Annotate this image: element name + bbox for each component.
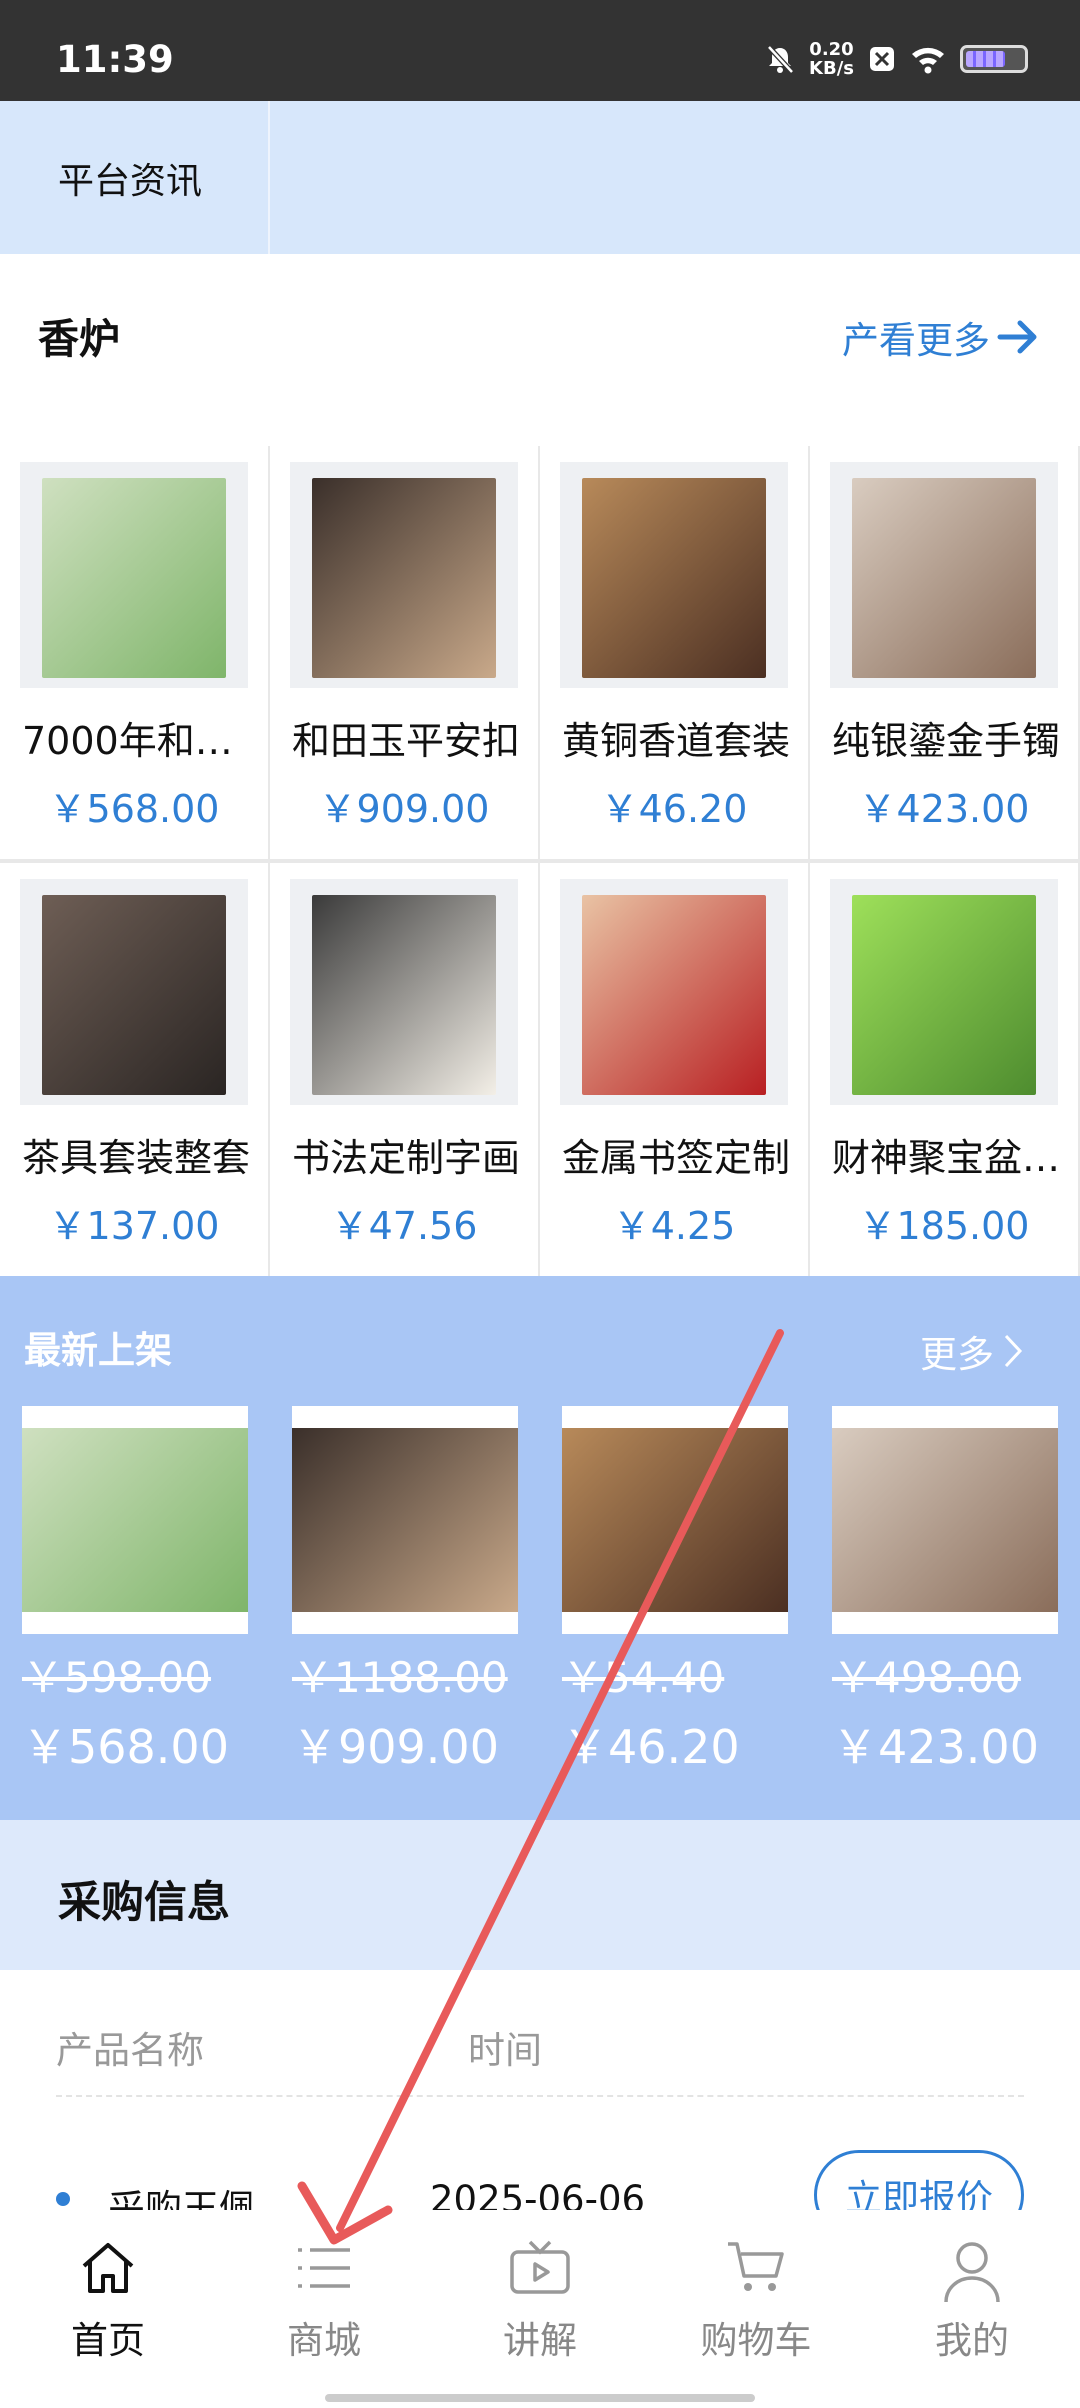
nav-label: 商城	[287, 2319, 361, 2362]
product-price: ￥185.00	[858, 1204, 1030, 1248]
nav-cart[interactable]: 购物车	[648, 2210, 864, 2408]
nav-profile[interactable]: 我的	[864, 2210, 1080, 2408]
product-card[interactable]: 金属书签定制 ￥4.25	[540, 863, 808, 1276]
product-name: 纯银鎏金手镯	[832, 719, 1061, 763]
product-image	[290, 462, 518, 688]
product-image	[20, 462, 248, 688]
purchase-list: 产品名称 时间 采购玉佩 2025-06-06 立即报价	[0, 1970, 1080, 2240]
product-price: ￥46.20	[600, 787, 748, 831]
view-more-label: 产看更多	[842, 319, 990, 362]
home-icon	[82, 2243, 134, 2293]
product-name: 书法定制字画	[292, 1136, 521, 1180]
sale-price: ￥909.00	[292, 1720, 499, 1774]
product-name: 金属书签定制	[562, 1136, 791, 1180]
product-card[interactable]: 财神聚宝盆摆件 ￥185.00	[810, 863, 1078, 1276]
nav-label: 讲解	[503, 2319, 577, 2362]
newest-item-image	[22, 1406, 248, 1634]
product-card[interactable]: 和田玉平安扣 ￥909.00	[270, 446, 538, 859]
sale-price: ￥568.00	[22, 1720, 229, 1774]
bottom-nav: 首页 商城 讲解 购物车 我的	[0, 2210, 1080, 2408]
home-indicator[interactable]	[325, 2394, 755, 2402]
original-price: ￥54.40	[562, 1653, 725, 1702]
nav-home[interactable]: 首页	[0, 2210, 216, 2408]
product-price: ￥4.25	[612, 1204, 736, 1248]
bullet-dot	[56, 2192, 70, 2206]
product-price: ￥137.00	[48, 1204, 220, 1248]
nav-label: 购物车	[700, 2319, 812, 2362]
purchase-header: 采购信息	[0, 1820, 1080, 1970]
wifi-icon	[912, 47, 944, 74]
original-price: ￥598.00	[22, 1653, 211, 1702]
product-image	[830, 879, 1058, 1105]
arrow-right-icon	[997, 320, 1037, 354]
speed-unit: KB/s	[809, 58, 854, 79]
tab-platform-news[interactable]: 平台资讯	[0, 101, 270, 254]
product-card[interactable]: 纯银鎏金手镯 ￥423.00	[810, 446, 1078, 859]
newest-title: 最新上架	[24, 1329, 172, 1372]
product-price: ￥47.56	[330, 1204, 478, 1248]
newest-item[interactable]: ￥498.00 ￥423.00	[832, 1406, 1058, 1777]
product-image	[560, 879, 788, 1105]
product-image	[560, 462, 788, 688]
product-card[interactable]: 书法定制字画 ￥47.56	[270, 863, 538, 1276]
nav-label: 首页	[71, 2319, 145, 2362]
chevron-right-icon	[1004, 1334, 1023, 1368]
sale-price: ￥46.20	[562, 1720, 740, 1774]
mute-bell-icon	[767, 45, 794, 74]
status-bar: 11:39 0.20 KB/s	[0, 0, 1080, 101]
nav-label: 我的	[935, 2319, 1009, 2362]
product-name: 财神聚宝盆摆件	[832, 1136, 1068, 1180]
newest-section: 最新上架 更多 ￥598.00 ￥568.00 ￥1188.00 ￥909.00 ￥…	[0, 1276, 1080, 1820]
status-time: 11:39	[56, 38, 174, 81]
sale-price: ￥423.00	[832, 1720, 1039, 1774]
nav-mall[interactable]: 商城	[216, 2210, 432, 2408]
product-name: 茶具套装整套	[22, 1136, 251, 1180]
product-grid: 7000年和田玉 ￥568.00 和田玉平安扣 ￥909.00 黄铜香道套装 ￥46.…	[0, 446, 1080, 1276]
speed-value: 0.20	[809, 39, 854, 60]
product-name: 黄铜香道套装	[562, 719, 791, 763]
purchase-title: 采购信息	[58, 1878, 230, 1928]
product-card[interactable]: 黄铜香道套装 ￥46.20	[540, 446, 808, 859]
product-price: ￥423.00	[858, 787, 1030, 831]
section-title: 香炉	[38, 315, 120, 363]
newest-item[interactable]: ￥54.40 ￥46.20	[562, 1406, 788, 1777]
product-name: 7000年和田玉	[22, 719, 258, 763]
battery-icon	[960, 45, 1028, 73]
product-image	[20, 879, 248, 1105]
column-header-product: 产品名称	[56, 2029, 204, 2072]
newest-more-link[interactable]: 更多	[920, 1324, 1024, 1378]
nav-explain[interactable]: 讲解	[432, 2210, 648, 2408]
top-nav: 平台资讯	[0, 101, 1080, 254]
cart-icon	[728, 2242, 784, 2291]
newest-item[interactable]: ￥598.00 ￥568.00	[22, 1406, 248, 1777]
status-icons: 0.20 KB/s	[765, 40, 1028, 78]
network-speed: 0.20 KB/s	[809, 40, 854, 78]
column-header-time: 时间	[468, 2029, 542, 2072]
product-price: ￥909.00	[318, 787, 490, 831]
person-icon	[944, 2242, 1000, 2303]
divider	[56, 2095, 1024, 2097]
newest-more-label: 更多	[920, 1333, 994, 1376]
original-price: ￥1188.00	[292, 1653, 508, 1702]
product-image	[290, 879, 518, 1105]
tv-icon	[510, 2240, 570, 2294]
newest-item-image	[292, 1406, 518, 1634]
newest-item-image	[832, 1406, 1058, 1634]
product-image	[830, 462, 1058, 688]
list-icon	[298, 2248, 350, 2288]
product-card[interactable]: 7000年和田玉 ￥568.00	[0, 446, 268, 859]
x-app-icon	[870, 47, 894, 71]
original-price: ￥498.00	[832, 1653, 1021, 1702]
newest-item-image	[562, 1406, 788, 1634]
newest-item[interactable]: ￥1188.00 ￥909.00	[292, 1406, 518, 1777]
view-more-link[interactable]: 产看更多	[842, 310, 1040, 364]
product-name: 和田玉平安扣	[292, 719, 521, 763]
product-card[interactable]: 茶具套装整套 ￥137.00	[0, 863, 268, 1276]
product-price: ￥568.00	[48, 787, 220, 831]
